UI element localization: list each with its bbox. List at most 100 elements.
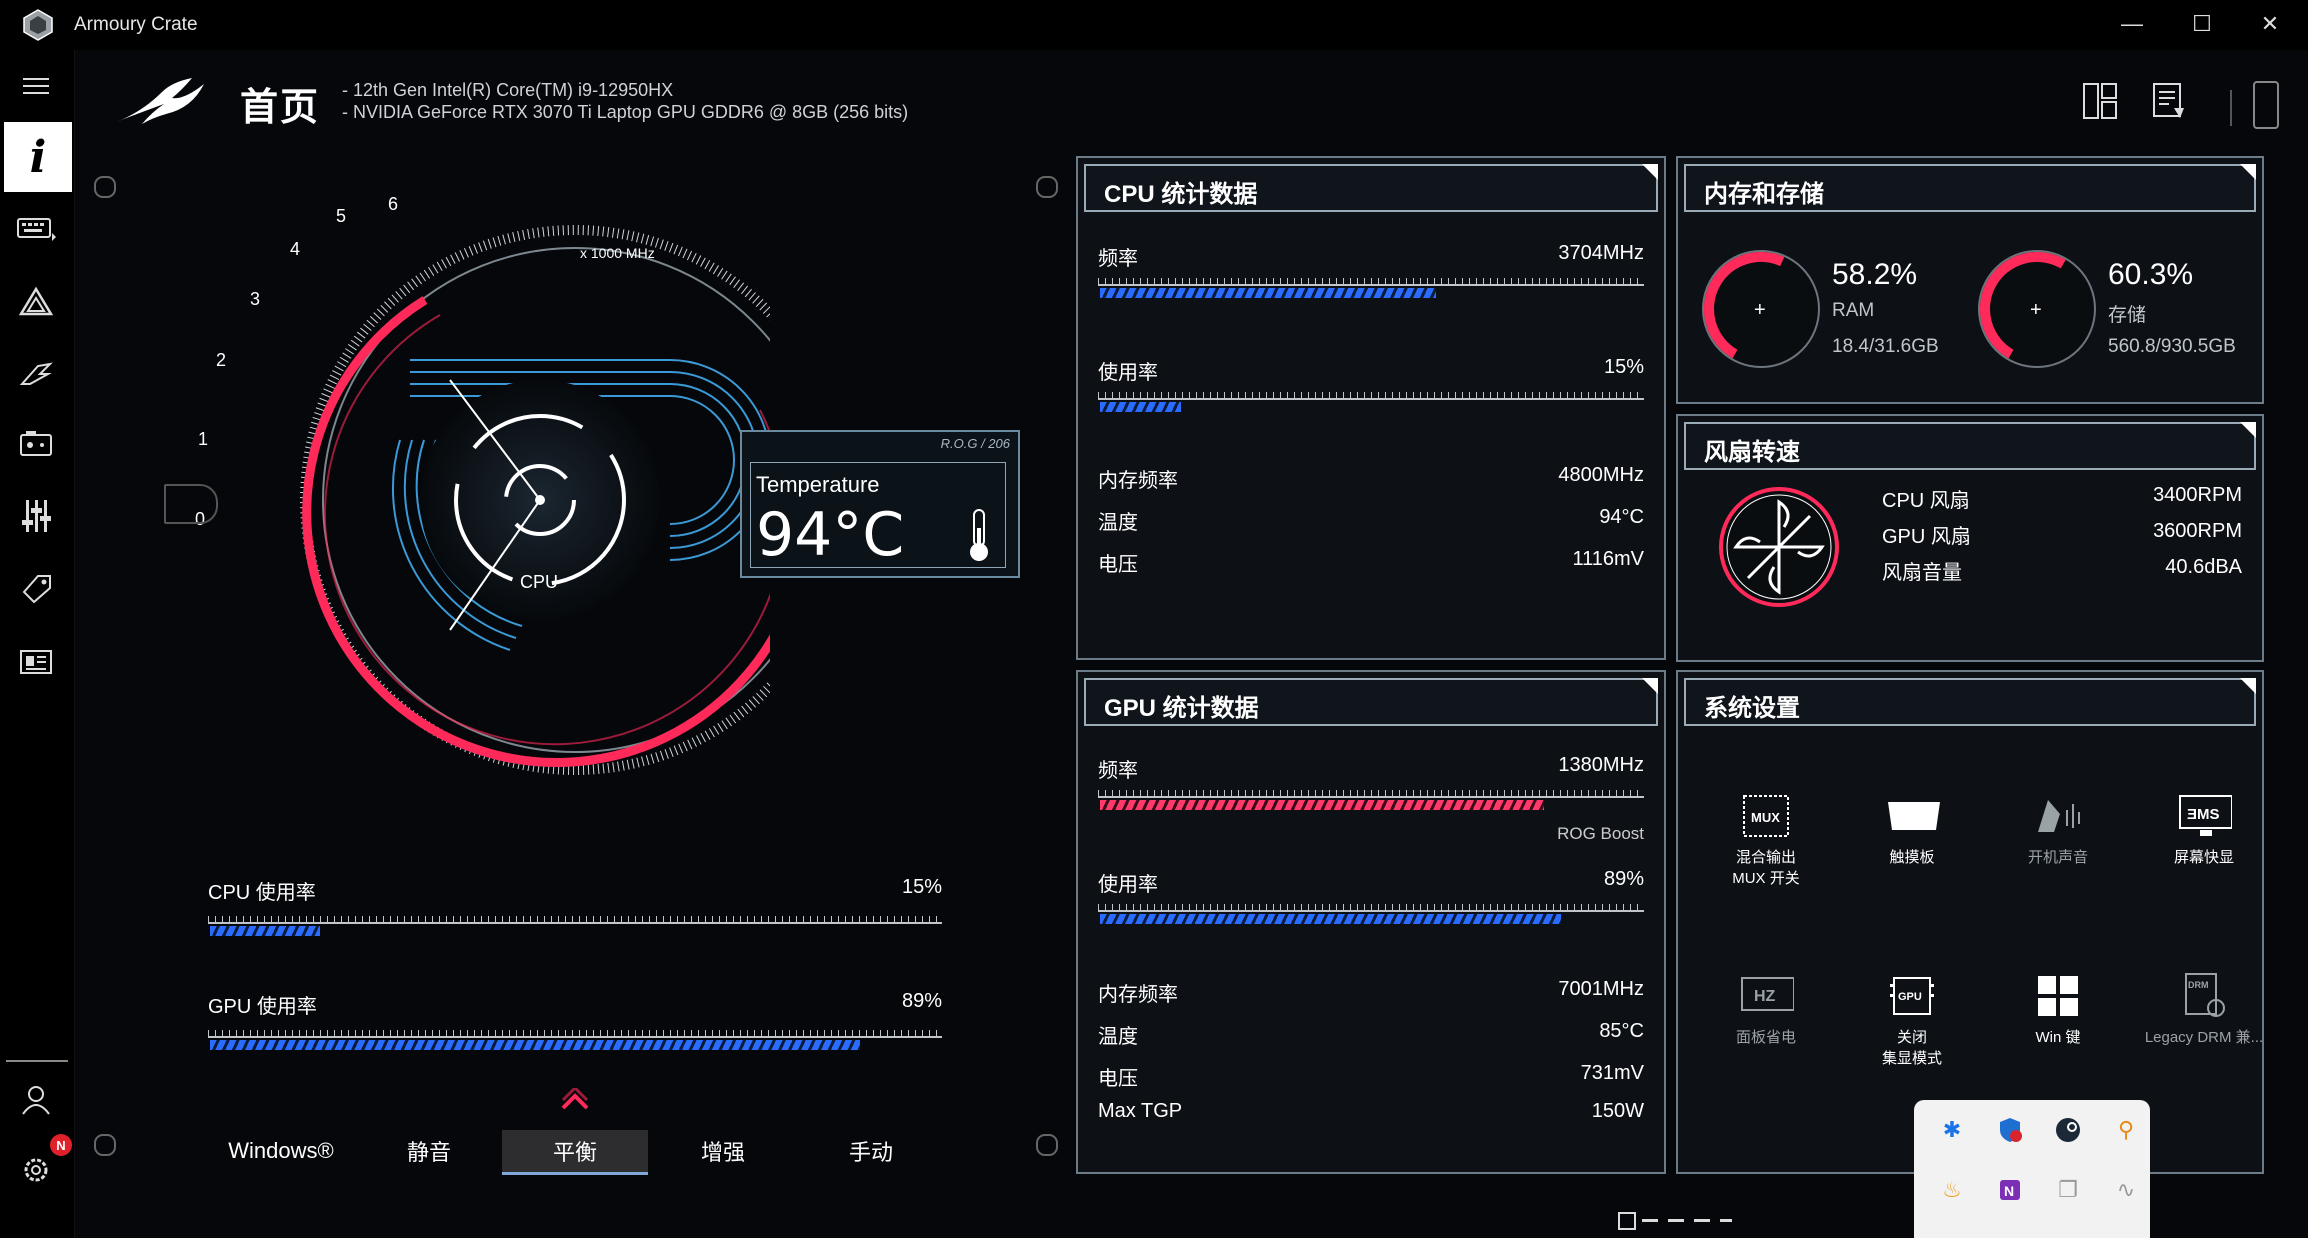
page-title: 首页: [240, 87, 321, 129]
search-tool-icon[interactable]: ⚲: [2108, 1112, 2144, 1148]
touchpad-icon: [1884, 792, 1940, 840]
gauge-tick-label: 3: [250, 289, 260, 309]
cpu-frequency-gauge: 0 1 2 3 4 5 6 x 1000 MHz CPU: [195, 194, 770, 775]
scenario-icon[interactable]: [14, 494, 58, 538]
mode-silent[interactable]: 静音: [356, 1130, 502, 1172]
expand-corner-icon: [2240, 164, 2256, 180]
app-title: Armoury Crate: [74, 14, 198, 35]
sidebar-divider: [6, 1060, 68, 1062]
gpu-stats-panel: GPU 统计数据 频率 1380MHz ROG Boost 使用率 89% 内存…: [1076, 670, 1666, 1174]
legacy-drm-toggle[interactable]: DRM Legacy DRM 兼...: [2134, 972, 2274, 1047]
keyboard-icon[interactable]: [14, 208, 58, 252]
close-button[interactable]: ✕: [2240, 6, 2300, 42]
win-key-toggle[interactable]: Win 键: [1988, 972, 2128, 1047]
panel-power-saver-toggle[interactable]: HZ 面板省电: [1696, 972, 1836, 1047]
mux-switch-toggle[interactable]: MUX 混合输出 MUX 开关: [1696, 792, 1836, 888]
mode-manual[interactable]: 手动: [798, 1130, 944, 1172]
cpu-voltage-value: 1116mV: [1572, 548, 1644, 570]
system-panel-header[interactable]: 系统设置: [1684, 678, 2256, 726]
boot-sound-icon: [2030, 792, 2086, 840]
report-icon[interactable]: [2150, 80, 2190, 127]
gpu-mem-freq-label: 内存频率: [1098, 984, 1178, 1006]
gauge-tick-label: 5: [336, 206, 346, 226]
device-icon[interactable]: [2248, 80, 2284, 135]
gpu-freq-scale: [1098, 786, 1644, 798]
gpu-spec: - NVIDIA GeForce RTX 3070 Ti Laptop GPU …: [342, 102, 909, 122]
app-logo-icon: [20, 8, 56, 47]
gauge-unit-label: x 1000 MHz: [580, 245, 655, 261]
fan-panel-title: 风扇转速: [1704, 439, 1800, 466]
rog-icon[interactable]: [14, 352, 58, 396]
thermometer-icon: [964, 508, 994, 569]
screw-decoration: [94, 1134, 116, 1156]
onenote-icon[interactable]: N: [1992, 1172, 2028, 1208]
mode-turbo[interactable]: 增强: [650, 1130, 796, 1172]
cpu-usage-value: 15%: [901, 876, 942, 898]
cpu-freq-scale: [1098, 274, 1644, 286]
user-icon[interactable]: [14, 1078, 58, 1122]
window-icon[interactable]: ❐: [2050, 1172, 2086, 1208]
maximize-icon: ☐: [2192, 11, 2212, 36]
cpu-voltage-label: 电压: [1098, 554, 1138, 576]
audio-icon[interactable]: ∿: [2108, 1172, 2144, 1208]
bluetooth-icon[interactable]: ✱: [1934, 1112, 1970, 1148]
deals-icon[interactable]: [14, 566, 58, 610]
system-tray-flyout: ✱ ⚲ ♨ N ❐ ∿: [1914, 1100, 2150, 1238]
layout-icon[interactable]: [2080, 80, 2120, 127]
maximize-button[interactable]: ☐: [2172, 6, 2232, 42]
flame-icon[interactable]: ♨: [1934, 1172, 1970, 1208]
svg-text:+: +: [2030, 299, 2042, 321]
expand-corner-icon: [1642, 678, 1658, 694]
aura-icon[interactable]: [14, 280, 58, 324]
game-library-icon[interactable]: [14, 422, 58, 466]
page-indicator-active[interactable]: [1618, 1212, 1636, 1230]
gpu-usage-fill: [210, 1040, 860, 1050]
cpu-stats-panel: CPU 统计数据 频率 3704MHz 使用率 15% 内存频率 4800MHz…: [1076, 156, 1666, 660]
screw-decoration: [1036, 1134, 1058, 1156]
gpu-panel-header[interactable]: GPU 统计数据: [1084, 678, 1658, 726]
gauge-tick-label: 2: [216, 350, 226, 370]
svg-text:DRM: DRM: [2188, 980, 2209, 990]
gauge-tick-label: 4: [290, 239, 300, 259]
cpu-panel-header[interactable]: CPU 统计数据: [1084, 164, 1658, 212]
news-icon[interactable]: [14, 640, 58, 684]
minimize-button[interactable]: —: [2102, 6, 2162, 42]
gpu-temp-label: 温度: [1098, 1026, 1138, 1048]
cpu-usage-label: 使用率: [1098, 362, 1158, 384]
info-icon[interactable]: i: [4, 122, 72, 192]
hz-icon: HZ: [1738, 972, 1794, 1020]
gpu-temp-value: 85°C: [1599, 1020, 1644, 1042]
cpu-mem-freq-label: 内存频率: [1098, 470, 1178, 492]
cpu-temp-value: 94°C: [1599, 506, 1644, 528]
fan-panel-header[interactable]: 风扇转速: [1684, 422, 2256, 470]
mode-windows[interactable]: Windows®: [208, 1130, 354, 1172]
win-key-line2: Win 键: [2035, 1029, 2081, 1046]
boot-sound-toggle[interactable]: 开机声音: [1988, 792, 2128, 867]
touchpad-toggle[interactable]: 触摸板: [1842, 792, 1982, 867]
gauge-tick-label: 6: [388, 194, 398, 214]
security-icon[interactable]: [1992, 1112, 2028, 1148]
gpu-usage-label: GPU 使用率: [208, 996, 317, 1018]
cpu-usage-label: CPU 使用率: [208, 882, 316, 904]
screw-decoration: [94, 176, 116, 198]
cpu-usage-value: 15%: [1603, 356, 1644, 378]
menu-icon[interactable]: [14, 64, 58, 108]
mode-balanced[interactable]: 平衡: [502, 1130, 648, 1175]
gpu-voltage-value: 731mV: [1580, 1062, 1644, 1084]
settings-icon[interactable]: [14, 1148, 58, 1192]
temperature-value: 94°C: [756, 500, 905, 570]
ram-percent: 58.2%: [1832, 258, 1918, 291]
steam-icon[interactable]: [2050, 1112, 2086, 1148]
ram-detail: 18.4/31.6GB: [1832, 336, 1939, 357]
igpu-line1: 关闭: [1896, 1029, 1927, 1046]
gpu-chip-icon: GPU: [1884, 972, 1940, 1020]
gpu-freq-value: 1380MHz: [1558, 754, 1644, 776]
memory-panel-header[interactable]: 内存和存储: [1684, 164, 2256, 212]
storage-label: 存储: [2108, 305, 2147, 326]
gpu-mem-freq-value: 7001MHz: [1558, 978, 1644, 1000]
igpu-mode-toggle[interactable]: GPU 关闭 集显模式: [1842, 972, 1982, 1068]
page-indicator-dots[interactable]: [1642, 1219, 1732, 1222]
gpu-usage-value: 89%: [901, 990, 942, 1012]
temperature-tag: R.O.G / 206: [940, 436, 1010, 451]
panel-overdrive-toggle[interactable]: ƎMS 屏幕快显: [2134, 792, 2274, 867]
